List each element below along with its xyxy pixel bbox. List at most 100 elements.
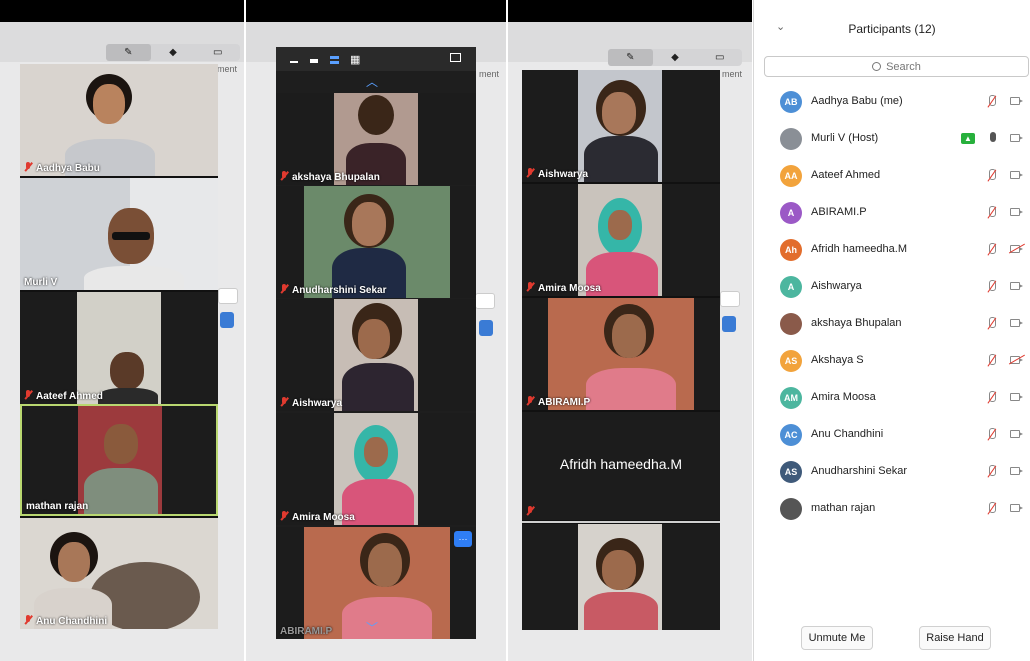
avatar: AS (780, 350, 802, 372)
search-input[interactable]: Search (764, 56, 1029, 77)
video-tile[interactable] (522, 524, 720, 630)
exit-float-icon[interactable] (450, 53, 461, 62)
unmute-me-button[interactable]: Unmute Me (801, 626, 873, 650)
clipped-label: ment (217, 64, 238, 74)
diamond-icon[interactable]: ◆ (151, 44, 196, 61)
avatar: AA (780, 165, 802, 187)
window-icon[interactable]: ▭ (697, 49, 742, 66)
participant-name: Amira Moosa (811, 391, 876, 403)
participant-row[interactable]: Murli V (Host) ▲ (754, 121, 1030, 158)
clipped-label: ment (479, 69, 500, 79)
muted-mic-icon (526, 168, 534, 178)
participant-name: ABIRAMI.P (526, 396, 590, 408)
video-icon (1010, 171, 1023, 179)
participant-name: mathan rajan (811, 502, 876, 514)
video-off-icon (1010, 245, 1023, 253)
search-placeholder: Search (886, 60, 921, 73)
panel-top-bar (0, 0, 244, 22)
video-tile[interactable]: Aishwarya (522, 70, 720, 182)
participant-row[interactable]: AB Aadhya Babu (me) (754, 84, 1030, 121)
participant-name: Aadhya Babu (me) (811, 95, 903, 107)
grid-view-icon[interactable]: ▦ (350, 53, 360, 66)
muted-mic-icon (986, 206, 998, 220)
video-tile[interactable]: Amira Moosa (276, 413, 476, 525)
participant-photo (104, 424, 138, 464)
avatar (780, 498, 802, 520)
video-icon (1010, 97, 1023, 105)
video-tile-active-speaker[interactable]: mathan rajan (20, 404, 218, 516)
video-strip: Aadhya Babu Murli V Aateef Ahmed mathan … (20, 64, 218, 629)
pointer-icon[interactable]: ✎ (106, 44, 151, 61)
muted-mic-icon (280, 284, 288, 294)
muted-mic-icon (986, 243, 998, 257)
pointer-icon[interactable]: ✎ (608, 49, 653, 66)
participant-name: Amira Moosa (526, 282, 601, 294)
video-tile[interactable]: akshaya Bhupalan (276, 93, 476, 185)
participant-row[interactable]: akshaya Bhupalan (754, 306, 1030, 343)
participant-row[interactable]: mathan rajan (754, 491, 1030, 528)
muted-mic-icon (986, 465, 998, 479)
participant-row[interactable]: AM Amira Moosa (754, 380, 1030, 417)
muted-mic-icon (986, 391, 998, 405)
muted-mic-icon (24, 390, 32, 400)
participant-row[interactable]: A Aishwarya (754, 269, 1030, 306)
raise-hand-button[interactable]: Raise Hand (919, 626, 991, 650)
video-tile[interactable]: Aadhya Babu (20, 64, 218, 176)
stepper-icon[interactable] (479, 320, 493, 336)
diamond-icon[interactable]: ◆ (653, 49, 698, 66)
participant-row[interactable]: A ABIRAMI.P (754, 195, 1030, 232)
avatar: Ah (780, 239, 802, 261)
participant-name (526, 506, 538, 518)
muted-mic-icon (280, 511, 288, 521)
hidden-field (475, 293, 495, 309)
participant-row[interactable]: Ah Afridh hameedha.M (754, 232, 1030, 269)
participant-name: akshaya Bhupalan (280, 171, 380, 183)
screenshot-panel-3: ✎ ◆ ▭ ment Aishwarya Amira Moosa ABIRAMI… (508, 0, 752, 661)
video-tile[interactable]: Aateef Ahmed (20, 292, 218, 404)
speaker-view-icon[interactable] (330, 56, 339, 64)
avatar: AB (780, 91, 802, 113)
more-options-button[interactable]: ··· (454, 531, 472, 547)
participant-name: Anu Chandhini (24, 615, 107, 627)
video-tile[interactable]: Anu Chandhini (20, 518, 218, 629)
minimize-view-icon[interactable] (290, 61, 298, 63)
stepper-icon[interactable] (722, 316, 736, 332)
video-tile-no-video[interactable]: Afridh hameedha.M (522, 412, 720, 520)
participant-row[interactable]: AC Anu Chandhini (754, 417, 1030, 454)
participant-name: Aishwarya (280, 397, 342, 409)
participant-name: ABIRAMI.P (280, 626, 333, 637)
participant-name: Aateef Ahmed (24, 390, 103, 402)
video-tile[interactable]: ABIRAMI.P (522, 298, 720, 410)
video-tile[interactable]: Murli V (20, 178, 218, 290)
participant-name: Aateef Ahmed (811, 169, 881, 181)
participant-name: Anudharshini Sekar (280, 284, 386, 296)
participant-name: Murli V (24, 277, 58, 288)
screen-share-icon: ▲ (961, 133, 975, 144)
panel-top-bar (246, 0, 506, 22)
participant-row[interactable]: AA Aateef Ahmed (754, 158, 1030, 195)
video-icon (1010, 134, 1023, 142)
scroll-up-icon[interactable]: ︿ (366, 73, 378, 90)
muted-mic-icon (986, 280, 998, 294)
muted-mic-icon (526, 506, 534, 516)
video-tile[interactable]: Anudharshini Sekar (276, 186, 476, 298)
search-icon (872, 62, 882, 71)
video-tile[interactable]: Aishwarya (276, 299, 476, 411)
scroll-down-icon[interactable]: ﹀ (366, 619, 378, 636)
video-strip: Aishwarya Amira Moosa ABIRAMI.P Afridh h… (522, 70, 720, 630)
muted-mic-icon (24, 162, 32, 172)
muted-mic-icon (986, 502, 998, 516)
participant-name: Anudharshini Sekar (811, 465, 908, 477)
gallery-window: ▦ ︿ akshaya Bhupalan Anudharshini Sekar … (276, 47, 476, 639)
participant-row[interactable]: AS Anudharshini Sekar (754, 454, 1030, 491)
participant-name: Aishwarya (526, 168, 588, 180)
video-icon (1010, 319, 1023, 327)
window-icon[interactable]: ▭ (195, 44, 240, 61)
participant-row[interactable]: AS Akshaya S (754, 343, 1030, 380)
participant-center-name: Afridh hameedha.M (559, 456, 683, 472)
muted-mic-icon (986, 317, 998, 331)
strip-view-icon[interactable] (310, 59, 318, 63)
hidden-field (720, 291, 740, 307)
video-tile[interactable]: Amira Moosa (522, 184, 720, 296)
stepper-icon[interactable] (220, 312, 234, 328)
